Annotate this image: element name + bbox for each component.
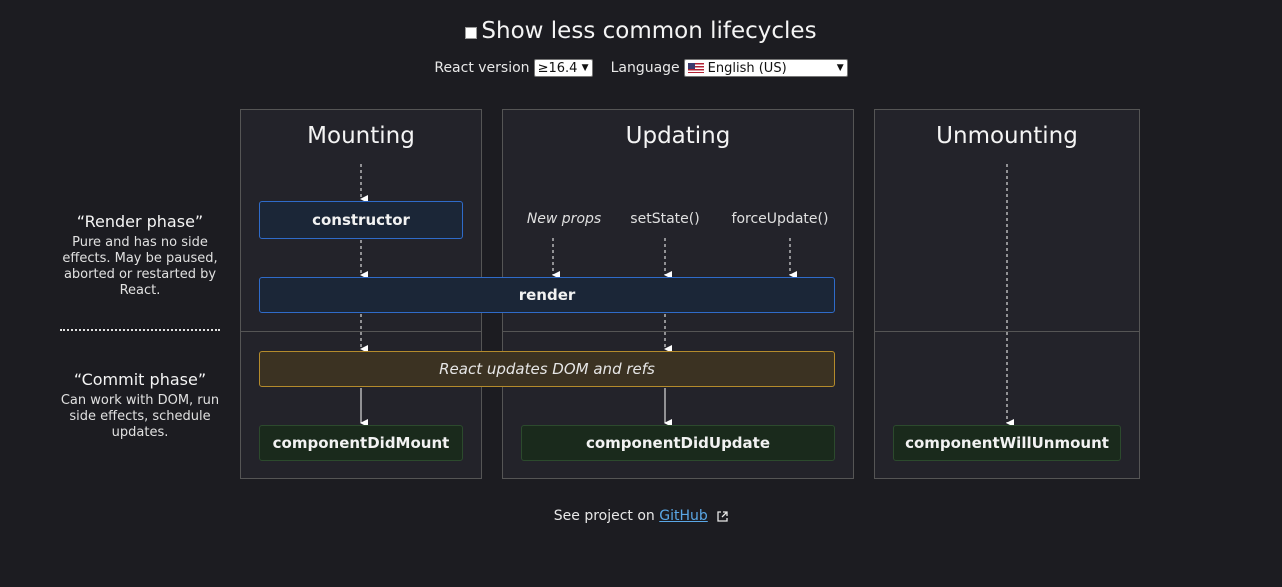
render-phase-title: “Render phase” bbox=[76, 212, 204, 231]
chevron-down-icon: ▼ bbox=[581, 63, 589, 73]
unmounting-title: Unmounting bbox=[936, 123, 1078, 149]
chevron-down-icon: ▼ bbox=[836, 63, 844, 73]
show-less-common-label[interactable]: Show less common lifecycles bbox=[481, 18, 816, 44]
external-link-icon[interactable] bbox=[717, 510, 728, 522]
column-divider bbox=[241, 331, 481, 332]
updating-title: Updating bbox=[625, 123, 731, 149]
unmounting-column: Unmounting bbox=[874, 109, 1140, 479]
component-will-unmount-node[interactable]: componentWillUnmount bbox=[893, 425, 1121, 461]
render-phase-description: Pure and has no side effects. May be pau… bbox=[62, 235, 218, 298]
react-version-label: React version bbox=[434, 60, 530, 76]
show-less-common-lifecycles[interactable]: Show less common lifecycles bbox=[0, 18, 1282, 44]
react-version-select[interactable]: ≥16.4 ▼ bbox=[533, 59, 593, 77]
footer: See project on GitHub bbox=[0, 508, 1282, 524]
react-version-value: ≥16.4 bbox=[537, 60, 578, 76]
mounting-title: Mounting bbox=[307, 123, 415, 149]
github-link[interactable]: GitHub bbox=[659, 508, 708, 524]
language-label: Language bbox=[610, 60, 680, 76]
trigger-force-update: forceUpdate() bbox=[731, 211, 829, 227]
component-did-update-node[interactable]: componentDidUpdate bbox=[521, 425, 835, 461]
render-node[interactable]: render bbox=[259, 277, 835, 313]
trigger-new-props: New props bbox=[526, 211, 602, 227]
commit-phase-title: “Commit phase” bbox=[73, 370, 207, 389]
footer-prefix: See project on bbox=[553, 508, 655, 524]
commit-phase-label: “Commit phase” Can work with DOM, run si… bbox=[60, 370, 220, 441]
render-phase-label: “Render phase” Pure and has no side effe… bbox=[60, 212, 220, 299]
language-select[interactable]: English (US) ▼ bbox=[683, 59, 848, 77]
show-less-common-checkbox[interactable] bbox=[465, 26, 478, 39]
trigger-set-state: setState() bbox=[630, 211, 700, 227]
constructor-node[interactable]: constructor bbox=[259, 201, 463, 239]
phase-separator bbox=[60, 329, 220, 331]
component-did-mount-node[interactable]: componentDidMount bbox=[259, 425, 463, 461]
language-value: English (US) bbox=[707, 60, 787, 76]
us-flag-icon bbox=[687, 63, 704, 73]
react-updates-dom-node: React updates DOM and refs bbox=[259, 351, 835, 387]
controls-row: React version ≥16.4 ▼ Language English (… bbox=[0, 59, 1282, 77]
commit-phase-description: Can work with DOM, run side effects, sch… bbox=[60, 393, 220, 440]
column-divider bbox=[875, 331, 1139, 332]
column-divider bbox=[503, 331, 853, 332]
